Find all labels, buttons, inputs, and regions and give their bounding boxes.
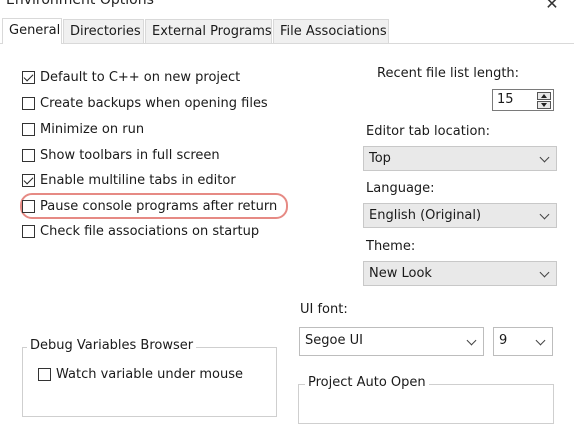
tab-directories[interactable]: Directories	[63, 19, 144, 43]
checkbox[interactable]	[38, 367, 51, 381]
tab-file-associations[interactable]: File Associations	[273, 19, 389, 43]
language-dropdown[interactable]: English (Original)	[363, 203, 557, 228]
theme-label: Theme:	[366, 239, 416, 254]
recent-files-spinner[interactable]: 15	[492, 89, 554, 111]
checkbox[interactable]	[22, 122, 35, 136]
option-label: Pause console programs after return	[40, 198, 278, 214]
theme-value: New Look	[369, 266, 432, 281]
editor-tab-label: Editor tab location:	[366, 124, 491, 139]
option-pause-console[interactable]: Pause console programs after return	[22, 197, 277, 215]
check-icon[interactable]	[22, 70, 35, 84]
option-create-backups[interactable]: Create backups when opening files	[22, 94, 268, 112]
close-icon[interactable]: ✕	[540, 0, 564, 15]
option-label: Create backups when opening files	[40, 95, 268, 111]
tab-external-programs[interactable]: External Programs	[145, 19, 272, 43]
ui-font-value: Segoe UI	[305, 333, 363, 348]
tab-general[interactable]: General	[2, 18, 62, 44]
theme-dropdown[interactable]: New Look	[363, 261, 557, 286]
chevron-down-icon	[466, 335, 477, 346]
checkbox[interactable]	[22, 199, 35, 213]
option-label: Minimize on run	[40, 121, 145, 137]
spin-up-icon[interactable]	[537, 92, 551, 100]
option-label: Default to C++ on new project	[40, 69, 241, 85]
checkbox[interactable]	[22, 96, 35, 110]
chevron-down-icon	[539, 209, 550, 220]
chevron-down-icon	[539, 152, 550, 163]
ui-font-size-dropdown[interactable]: 9	[493, 327, 553, 356]
project-auto-open-group	[298, 384, 554, 424]
option-watch-variable[interactable]: Watch variable under mouse	[38, 365, 243, 383]
ui-font-size-value: 9	[499, 333, 508, 348]
window-title: Environment Options	[6, 0, 154, 8]
project-auto-open-title: Project Auto Open	[305, 375, 429, 390]
chevron-down-icon	[539, 267, 550, 278]
option-show-toolbars[interactable]: Show toolbars in full screen	[22, 146, 220, 164]
checkbox[interactable]	[22, 224, 35, 238]
option-check-file-assoc[interactable]: Check file associations on startup	[22, 222, 259, 240]
editor-tab-dropdown[interactable]: Top	[363, 146, 557, 171]
language-label: Language:	[366, 181, 435, 196]
debug-variables-title: Debug Variables Browser	[27, 338, 197, 353]
option-default-cpp[interactable]: Default to C++ on new project	[22, 68, 240, 86]
ui-font-dropdown[interactable]: Segoe UI	[299, 327, 484, 356]
ui-font-label: UI font:	[300, 302, 348, 317]
chevron-down-icon	[535, 335, 546, 346]
option-label: Show toolbars in full screen	[40, 147, 220, 163]
option-label: Check file associations on startup	[40, 223, 260, 239]
check-icon[interactable]	[22, 173, 35, 187]
recent-files-label: Recent file list length:	[377, 66, 520, 81]
checkbox[interactable]	[22, 148, 35, 162]
spin-down-icon[interactable]	[537, 101, 551, 109]
language-value: English (Original)	[369, 208, 482, 223]
tab-strip: General Directories External Programs Fi…	[0, 18, 574, 44]
option-label: Watch variable under mouse	[56, 366, 244, 382]
option-minimize-on-run[interactable]: Minimize on run	[22, 120, 144, 138]
option-label: Enable multiline tabs in editor	[40, 172, 236, 188]
recent-files-value: 15	[497, 92, 514, 107]
option-multiline-tabs[interactable]: Enable multiline tabs in editor	[22, 171, 236, 189]
editor-tab-value: Top	[369, 151, 391, 166]
